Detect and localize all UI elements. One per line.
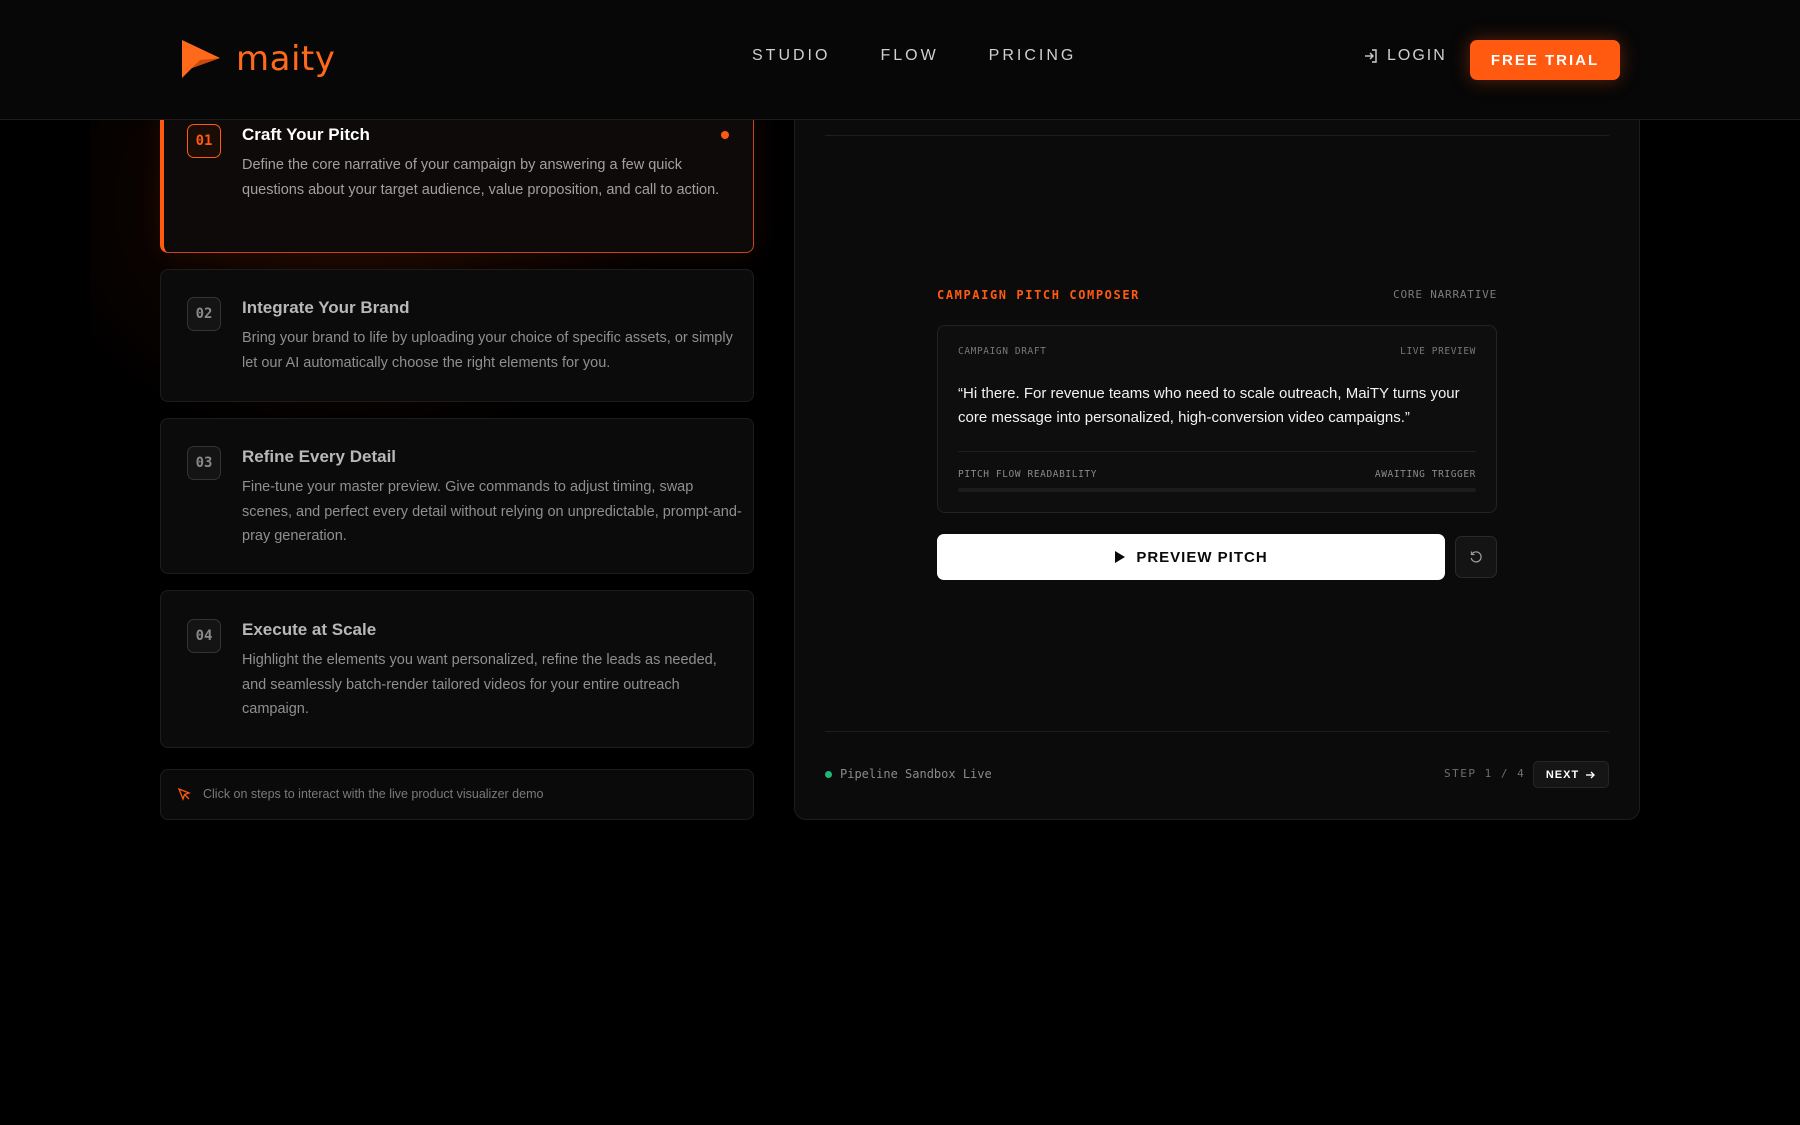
step-description: Fine-tune your master preview. Give comm… bbox=[242, 479, 742, 544]
cursor-click-icon bbox=[177, 787, 191, 801]
next-label: NEXT bbox=[1545, 768, 1580, 781]
hint-text: Click on steps to interact with the live… bbox=[203, 787, 544, 801]
reset-icon bbox=[1470, 551, 1482, 563]
divider bbox=[825, 135, 1609, 136]
login-icon bbox=[1365, 49, 1377, 63]
login-link[interactable]: LOGIN bbox=[1363, 47, 1447, 65]
draft-label: CAMPAIGN DRAFT bbox=[958, 346, 1047, 357]
composer-title: CAMPAIGN PITCH COMPOSER bbox=[937, 288, 1140, 302]
step-number: 03 bbox=[187, 446, 221, 480]
step-number: 01 bbox=[187, 124, 221, 158]
step-card-1[interactable]: 01 Craft Your Pitch Define the core narr… bbox=[160, 108, 754, 253]
step-number: 02 bbox=[187, 297, 221, 331]
product-visualizer-panel: CAMPAIGN PITCH COMPOSER CORE NARRATIVE C… bbox=[794, 80, 1640, 820]
main-nav: STUDIO FLOW PRICING bbox=[752, 47, 1076, 65]
readability-label: PITCH FLOW READABILITY bbox=[958, 469, 1098, 480]
maity-logo-icon bbox=[182, 40, 220, 78]
free-trial-button[interactable]: FREE TRIAL bbox=[1470, 40, 1620, 80]
readability-progress-bar bbox=[958, 488, 1476, 492]
divider bbox=[825, 731, 1609, 732]
brand-name: maity bbox=[236, 39, 336, 79]
login-label: LOGIN bbox=[1387, 47, 1447, 64]
status-text: Pipeline Sandbox Live bbox=[840, 767, 992, 781]
step-description: Highlight the elements you want personal… bbox=[242, 652, 717, 717]
active-indicator-dot bbox=[721, 131, 729, 139]
composer-meta: CORE NARRATIVE bbox=[1393, 288, 1497, 301]
campaign-draft-card: CAMPAIGN DRAFT LIVE PREVIEW “Hi there. F… bbox=[937, 325, 1497, 513]
nav-studio[interactable]: STUDIO bbox=[752, 47, 830, 65]
step-description: Define the core narrative of your campai… bbox=[242, 157, 720, 198]
interaction-hint: Click on steps to interact with the live… bbox=[160, 769, 754, 820]
step-indicator: STEP 1 / 4 bbox=[1444, 767, 1526, 780]
readability-status: AWAITING TRIGGER bbox=[1374, 469, 1476, 480]
step-card-2[interactable]: 02 Integrate Your Brand Bring your brand… bbox=[160, 269, 754, 402]
play-icon bbox=[1115, 551, 1126, 563]
step-title: Refine Every Detail bbox=[242, 447, 397, 466]
reset-button[interactable] bbox=[1455, 536, 1497, 578]
step-card-4[interactable]: 04 Execute at Scale Highlight the elemen… bbox=[160, 590, 754, 748]
site-header: maity STUDIO FLOW PRICING LOGIN FREE TRI… bbox=[0, 0, 1800, 120]
logo[interactable]: maity bbox=[178, 38, 335, 80]
step-number: 04 bbox=[187, 619, 221, 653]
step-description: Bring your brand to life by uploading yo… bbox=[242, 330, 733, 371]
step-title: Craft Your Pitch bbox=[242, 125, 370, 144]
next-button[interactable]: NEXT bbox=[1533, 761, 1609, 788]
arrow-right-icon bbox=[1586, 771, 1596, 778]
step-title: Execute at Scale bbox=[242, 620, 377, 639]
step-title: Integrate Your Brand bbox=[242, 298, 410, 317]
live-preview-label: LIVE PREVIEW bbox=[1400, 346, 1476, 357]
nav-pricing[interactable]: PRICING bbox=[989, 47, 1077, 65]
divider bbox=[958, 451, 1476, 452]
step-card-3[interactable]: 03 Refine Every Detail Fine-tune your ma… bbox=[160, 418, 754, 574]
preview-pitch-label: PREVIEW PITCH bbox=[1136, 548, 1268, 566]
nav-flow[interactable]: FLOW bbox=[880, 47, 938, 65]
status-dot bbox=[825, 771, 832, 778]
preview-pitch-button[interactable]: PREVIEW PITCH bbox=[937, 534, 1445, 580]
draft-text: “Hi there. For revenue teams who need to… bbox=[958, 385, 1460, 426]
